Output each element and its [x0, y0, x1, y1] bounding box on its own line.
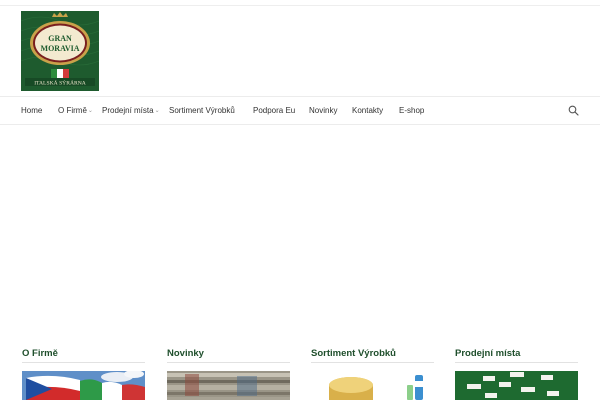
nav-item-kontakty[interactable]: Kontakty — [352, 97, 383, 124]
nav-item-o-firme[interactable]: O Firmě⌄ — [58, 97, 93, 124]
nav-item-label: Kontakty — [352, 106, 384, 115]
cheese-products-image[interactable] — [311, 371, 434, 400]
nav-item-e-shop[interactable]: E-shop — [399, 97, 424, 124]
top-divider — [0, 5, 600, 6]
column-title-prodejni-mista[interactable]: Prodejní místa — [455, 348, 520, 359]
site-logo[interactable]: GRAN MORAVIA ITALSKÁ SÝRÁRNA — [21, 11, 99, 91]
nav-item-label: O Firmě — [58, 106, 87, 115]
nav-item-home[interactable]: Home — [21, 97, 42, 124]
nav-item-label: Prodejní místa — [102, 106, 154, 115]
chevron-down-icon: ⌄ — [154, 108, 160, 114]
main-navigation: Home O Firmě⌄ Prodejní místa⌄ Sortiment … — [0, 96, 600, 125]
logo-brand-line2: MORAVIA — [41, 44, 80, 53]
column-title-novinky[interactable]: Novinky — [167, 348, 204, 359]
column-divider — [167, 362, 290, 363]
column-divider — [455, 362, 578, 363]
gran-moravia-logo-icon: GRAN MORAVIA ITALSKÁ SÝRÁRNA — [21, 11, 99, 91]
column-title-sortiment[interactable]: Sortiment Výrobků — [311, 348, 396, 359]
search-icon[interactable] — [568, 105, 579, 116]
nav-item-label: Sortiment Výrobků — [169, 106, 235, 115]
logo-brand-line1: GRAN — [48, 34, 72, 43]
nav-item-label: Podpora Eu — [253, 106, 296, 115]
news-image[interactable] — [167, 371, 290, 400]
flags-image[interactable] — [22, 371, 145, 400]
sales-map-image[interactable] — [455, 371, 578, 400]
column-divider — [311, 362, 434, 363]
nav-item-label: Home — [21, 106, 43, 115]
chevron-down-icon: ⌄ — [87, 108, 93, 114]
nav-item-prodejni-mista[interactable]: Prodejní místa⌄ — [102, 97, 160, 124]
nav-item-sortiment[interactable]: Sortiment Výrobků — [169, 97, 235, 124]
nav-item-label: E-shop — [399, 106, 425, 115]
logo-tagline: ITALSKÁ SÝRÁRNA — [34, 79, 86, 87]
nav-item-podpora-eu[interactable]: Podpora Eu — [253, 97, 295, 124]
column-divider — [22, 362, 145, 363]
column-title-o-firme[interactable]: O Firmě — [22, 348, 58, 359]
nav-item-label: Novinky — [309, 106, 338, 115]
nav-item-novinky[interactable]: Novinky — [309, 97, 337, 124]
